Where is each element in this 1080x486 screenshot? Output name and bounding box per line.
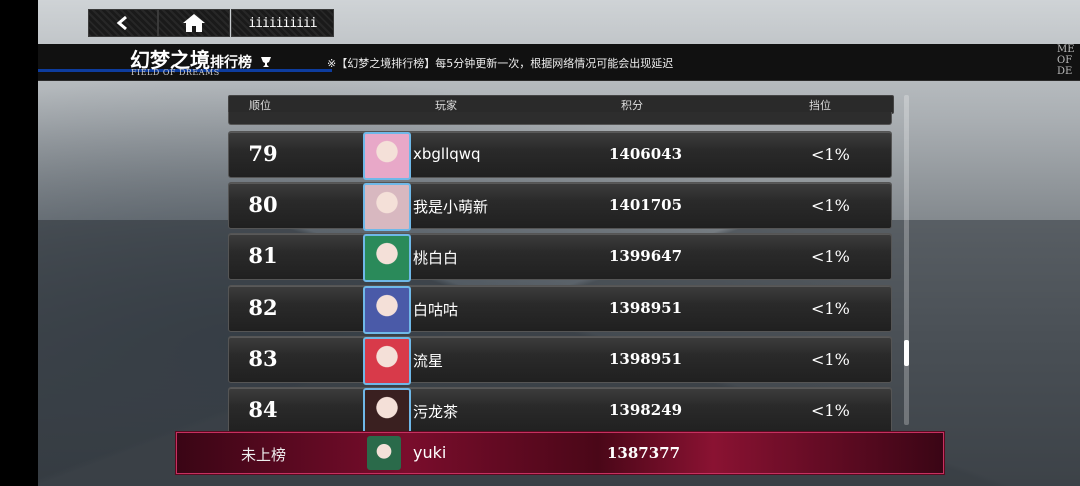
col-player: 玩家	[435, 99, 457, 112]
table-row[interactable]: 82 白咕咕 1398951 <1%	[228, 285, 892, 334]
page-subtitle: FIELD OF DREAMS	[131, 68, 220, 77]
row-player-name: 我是小萌新	[413, 198, 489, 216]
player-avatar	[363, 286, 411, 334]
row-rank: 80	[248, 192, 278, 217]
table-row[interactable]: 83 流星 1398951 <1%	[228, 336, 892, 385]
row-player-name: 白咕咕	[413, 301, 459, 319]
back-arrow-icon	[116, 15, 127, 31]
page-header: 幻梦之境排行榜 FIELD OF DREAMS ※【幻梦之境排行榜】每5分钟更新…	[38, 44, 1080, 81]
side-label: ME OF DE	[1057, 44, 1075, 77]
row-score: 1398951	[609, 299, 683, 317]
my-score: 1387377	[607, 444, 681, 462]
trophy-icon	[260, 56, 271, 67]
row-score: 1401705	[609, 196, 683, 214]
player-avatar	[363, 337, 411, 385]
player-avatar	[363, 388, 411, 436]
update-notice: ※【幻梦之境排行榜】每5分钟更新一次，根据网络情况可能会出现延迟	[327, 57, 674, 70]
row-rank: 84	[248, 397, 278, 422]
col-tier: 挡位	[809, 99, 831, 112]
my-rank: 未上榜	[241, 446, 287, 464]
table-row[interactable]: 84 污龙茶 1398249 <1%	[228, 387, 892, 436]
row-tier: <1%	[811, 299, 850, 318]
back-button[interactable]	[88, 9, 158, 37]
scrollbar-track[interactable]	[904, 95, 909, 425]
my-name: yuki	[413, 443, 447, 462]
row-player-name: xbgllqwq	[413, 145, 481, 163]
left-border	[0, 0, 38, 486]
row-tier: <1%	[811, 145, 850, 164]
home-icon	[183, 14, 205, 32]
row-tier: <1%	[811, 247, 850, 266]
table-row[interactable]: 80 我是小萌新 1401705 <1%	[228, 182, 892, 231]
row-rank: 81	[248, 243, 278, 268]
menu-title-label: iiiiiiiiii	[248, 15, 317, 31]
row-player-name: 桃白白	[413, 249, 459, 267]
row-rank: 82	[248, 295, 278, 320]
row-player-name: 流星	[413, 352, 444, 370]
table-row-partial	[228, 112, 892, 125]
row-tier: <1%	[811, 350, 850, 369]
row-tier: <1%	[811, 401, 850, 420]
player-avatar	[363, 183, 411, 231]
player-avatar	[363, 234, 411, 282]
home-button[interactable]	[158, 9, 230, 37]
my-avatar	[367, 436, 401, 470]
row-rank: 83	[248, 346, 278, 371]
row-score: 1406043	[609, 145, 683, 163]
row-rank: 79	[248, 141, 278, 166]
row-score: 1399647	[609, 247, 683, 265]
row-player-name: 污龙茶	[413, 403, 459, 421]
menu-title-button[interactable]: iiiiiiiiii	[231, 9, 334, 37]
table-row[interactable]: 79 xbgllqwq 1406043 <1%	[228, 131, 892, 180]
row-score: 1398951	[609, 350, 683, 368]
my-rank-row[interactable]: 未上榜 yuki 1387377	[176, 432, 944, 474]
table-row[interactable]: 81 桃白白 1399647 <1%	[228, 233, 892, 282]
col-score: 积分	[621, 99, 643, 112]
row-score: 1398249	[609, 401, 683, 419]
scrollbar-thumb[interactable]	[904, 340, 909, 366]
row-tier: <1%	[811, 196, 850, 215]
player-avatar	[363, 132, 411, 180]
col-rank: 顺位	[249, 99, 271, 112]
